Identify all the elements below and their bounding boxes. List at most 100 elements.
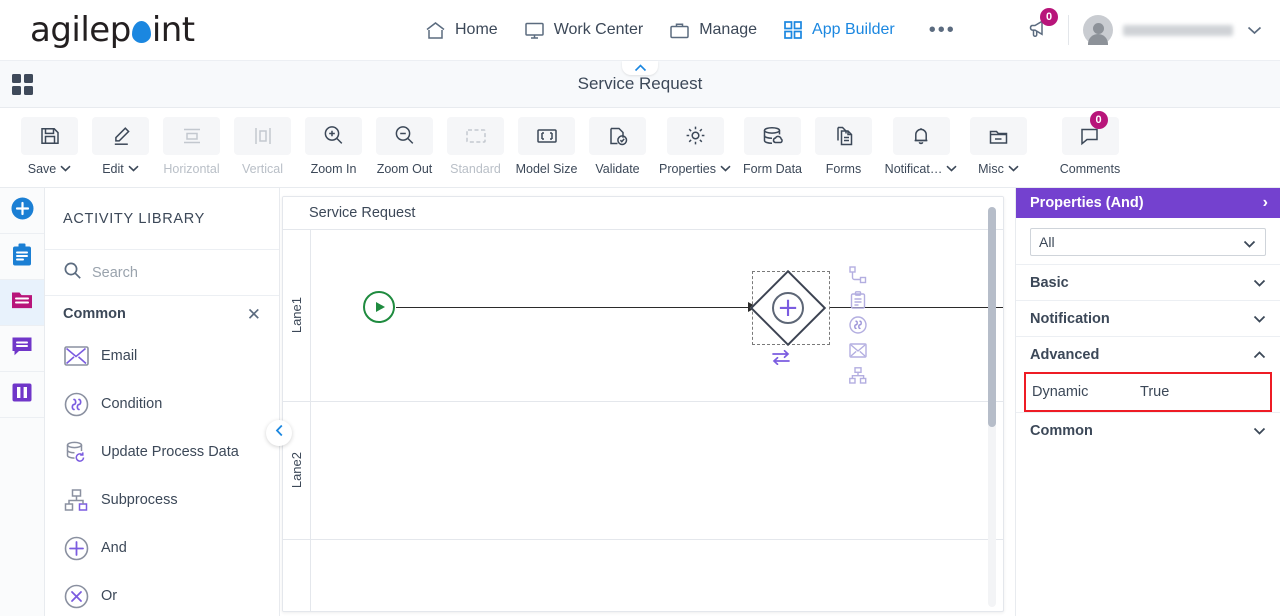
property-row-dynamic-value[interactable]: True bbox=[1140, 384, 1169, 400]
toolbar-button-notifications[interactable]: Notificat… bbox=[879, 115, 963, 181]
activity-item-or[interactable]: Or bbox=[45, 572, 279, 616]
toolbar-button-zoom-out[interactable]: Zoom Out bbox=[369, 115, 440, 181]
toolbar-label-notifications: Notificat… bbox=[885, 162, 958, 176]
model-size-icon bbox=[518, 116, 575, 155]
toolbar-button-properties[interactable]: Properties bbox=[653, 115, 737, 181]
avatar[interactable] bbox=[1083, 15, 1113, 45]
sequence-flow-1[interactable] bbox=[396, 307, 751, 308]
toolbar-button-misc[interactable]: Misc bbox=[963, 115, 1034, 181]
properties-section-notification[interactable]: Notification bbox=[1016, 300, 1280, 336]
properties-section-common[interactable]: Common bbox=[1016, 412, 1280, 448]
library-collapse-button[interactable] bbox=[266, 420, 292, 446]
toolbar-button-validate[interactable]: Validate bbox=[582, 115, 653, 181]
toolbar-label-misc: Misc bbox=[978, 162, 1019, 176]
process-canvas[interactable]: Service Request Lane1 + Lane2 bbox=[282, 196, 1004, 612]
activity-item-email[interactable]: Email bbox=[45, 332, 279, 380]
properties-filter-wrap: All bbox=[1016, 218, 1280, 264]
nav-item-manage[interactable]: Manage bbox=[669, 21, 757, 40]
toolbar-label-edit: Edit bbox=[102, 162, 139, 176]
chat-icon bbox=[10, 335, 34, 363]
lane-label-lane3[interactable] bbox=[283, 540, 311, 611]
toolbar-button-standard[interactable]: Standard bbox=[440, 115, 511, 181]
toolbar-button-vertical[interactable]: Vertical bbox=[227, 115, 298, 181]
nav-item-app-builder[interactable]: App Builder bbox=[783, 20, 895, 40]
nav-divider bbox=[1068, 15, 1069, 45]
condition-icon[interactable] bbox=[848, 315, 868, 335]
chevron-down-icon bbox=[946, 165, 957, 172]
rail-item-add[interactable] bbox=[0, 188, 44, 234]
swimlane-lane3[interactable] bbox=[283, 540, 1003, 611]
start-event-icon[interactable] bbox=[363, 291, 395, 323]
canvas-scrollbar-thumb[interactable] bbox=[988, 207, 996, 427]
toolbar-button-forms[interactable]: Forms bbox=[808, 115, 879, 181]
toolbar-button-zoom-in[interactable]: Zoom In bbox=[298, 115, 369, 181]
user-menu-chevron-down-icon[interactable] bbox=[1247, 22, 1262, 39]
activity-item-subprocess[interactable]: Subprocess bbox=[45, 476, 279, 524]
logo-text-post: int bbox=[151, 9, 195, 50]
toolbar-label-save: Save bbox=[28, 162, 72, 176]
activity-item-update-process-data[interactable]: Update Process Data bbox=[45, 428, 279, 476]
toolbar-label-vertical: Vertical bbox=[242, 161, 283, 176]
horizontal-icon bbox=[163, 116, 220, 155]
activity-item-condition[interactable]: Condition bbox=[45, 380, 279, 428]
nav-item-home[interactable]: Home bbox=[425, 21, 498, 40]
swimlane-lane1[interactable]: Lane1 + bbox=[283, 230, 1003, 402]
lane-label-lane1[interactable]: Lane1 bbox=[283, 230, 311, 401]
subprocess-icon[interactable] bbox=[848, 365, 868, 385]
swap-icon[interactable] bbox=[771, 349, 791, 370]
rail-item-clipboard[interactable] bbox=[0, 234, 44, 280]
and-gateway-symbol: + bbox=[772, 292, 804, 324]
properties-section-notification-label: Notification bbox=[1030, 310, 1110, 327]
comment-icon: 0 bbox=[1061, 110, 1119, 155]
toolbar-button-horizontal[interactable]: Horizontal bbox=[156, 115, 227, 181]
toolbar-button-save[interactable]: Save bbox=[14, 115, 85, 181]
swimlane-lane2[interactable]: Lane2 bbox=[283, 402, 1003, 540]
properties-section-advanced[interactable]: Advanced bbox=[1016, 336, 1280, 372]
chevron-right-icon[interactable]: › bbox=[1263, 194, 1268, 212]
close-icon[interactable]: ✕ bbox=[247, 306, 261, 323]
pool-header[interactable]: Service Request bbox=[283, 197, 1003, 230]
grid-icon bbox=[783, 20, 803, 40]
announcements-button[interactable]: 0 bbox=[1020, 7, 1058, 50]
toolbar-label-model-size: Model Size bbox=[515, 161, 578, 176]
toolbar-button-form-data[interactable]: Form Data bbox=[737, 115, 808, 181]
toolbar-label-horizontal: Horizontal bbox=[163, 161, 220, 176]
username-label bbox=[1123, 24, 1233, 36]
toolbar-button-comments[interactable]: 0 Comments bbox=[1048, 110, 1132, 181]
toolbar-button-edit[interactable]: Edit bbox=[85, 115, 156, 181]
nav-overflow-button[interactable]: ••• bbox=[929, 20, 956, 40]
lane1-body[interactable]: + bbox=[311, 230, 1003, 401]
chevron-down-icon bbox=[1253, 311, 1266, 327]
monitor-icon bbox=[524, 21, 545, 40]
lane3-body[interactable] bbox=[311, 540, 1003, 611]
avatar-head bbox=[1092, 23, 1104, 34]
collapse-header-toggle[interactable] bbox=[622, 61, 658, 75]
lane-label-lane2-text: Lane2 bbox=[289, 452, 304, 489]
toolbar-label-validate: Validate bbox=[595, 161, 640, 176]
toolbar-button-model-size[interactable]: Model Size bbox=[511, 115, 582, 181]
property-row-dynamic[interactable]: Dynamic True bbox=[1024, 372, 1272, 412]
toolbar-label-properties: Properties bbox=[659, 162, 731, 176]
activity-item-and[interactable]: And bbox=[45, 524, 279, 572]
activity-group-header-common[interactable]: Common ✕ bbox=[45, 296, 279, 332]
toolbar-text-misc: Misc bbox=[978, 161, 1004, 176]
rail-item-chat[interactable] bbox=[0, 326, 44, 372]
clipboard-icon bbox=[10, 242, 34, 272]
nav-item-work-center[interactable]: Work Center bbox=[524, 21, 643, 40]
folder-icon bbox=[10, 289, 34, 316]
agilepoint-logo[interactable]: agilep int bbox=[30, 10, 195, 50]
properties-section-basic[interactable]: Basic bbox=[1016, 264, 1280, 300]
activity-item-update-process-data-label: Update Process Data bbox=[101, 443, 239, 460]
search-input[interactable] bbox=[92, 264, 242, 281]
pencil-icon bbox=[92, 116, 149, 155]
lane2-body[interactable] bbox=[311, 402, 1003, 539]
toolbar-text-save: Save bbox=[27, 161, 57, 176]
properties-filter-select[interactable]: All bbox=[1030, 228, 1266, 256]
bell-icon bbox=[892, 116, 950, 155]
email-icon[interactable] bbox=[848, 340, 868, 360]
task-icon[interactable] bbox=[848, 290, 868, 310]
sequence-flow-icon[interactable] bbox=[848, 265, 868, 285]
rail-item-columns[interactable] bbox=[0, 372, 44, 418]
rail-item-activity-library[interactable] bbox=[0, 280, 44, 326]
properties-panel-header: Properties (And) › bbox=[1016, 188, 1280, 218]
